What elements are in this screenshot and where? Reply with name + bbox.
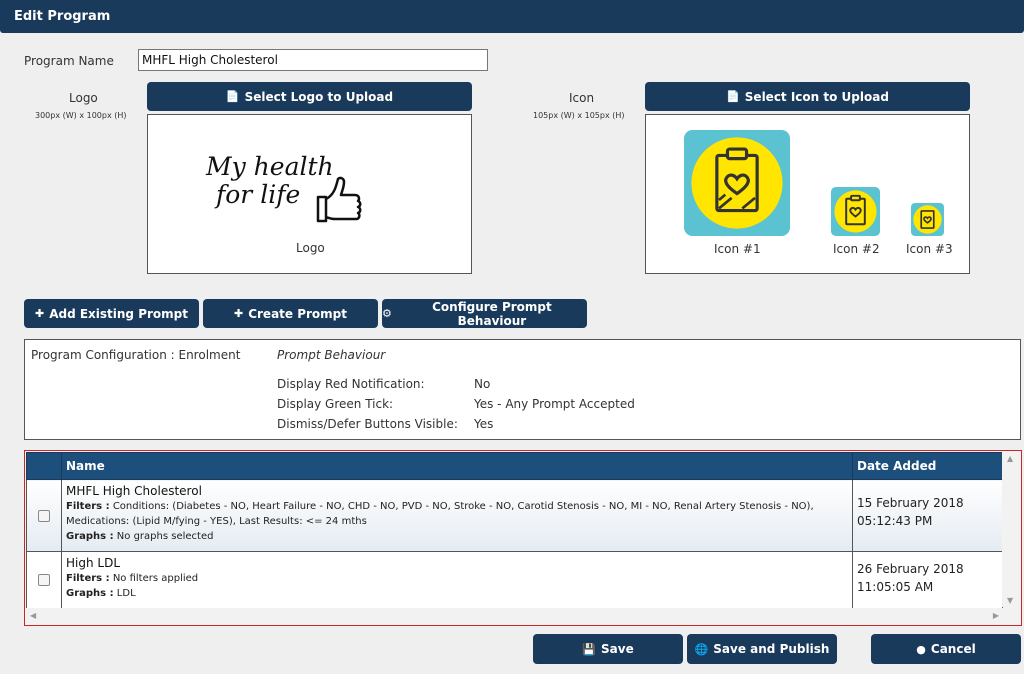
icon-label: Icon: [569, 91, 595, 105]
icon-size-hint: 105px (W) x 105px (H): [533, 111, 625, 120]
cancel-label: Cancel: [930, 642, 976, 656]
stop-circle-icon: ●: [916, 642, 926, 656]
create-prompt-label: Create Prompt: [248, 306, 348, 321]
graphs-text: LDL: [116, 588, 136, 599]
program-name-input[interactable]: [138, 49, 488, 71]
date-added: 15 February 2018: [857, 496, 964, 510]
config-value-dismiss-defer: Yes: [474, 417, 494, 431]
program-name-label: Program Name: [24, 54, 114, 68]
save-and-publish-label: Save and Publish: [713, 642, 830, 656]
config-title: Program Configuration : Enrolment: [31, 348, 241, 362]
cancel-button[interactable]: ● Cancel: [871, 634, 1021, 664]
file-icon: 📄: [225, 90, 240, 103]
filters-label: Filters :: [66, 501, 110, 512]
thumbs-up-icon: [316, 176, 362, 223]
plus-icon: ✚: [233, 307, 244, 320]
logo-image: My health for life: [206, 153, 376, 233]
scroll-down-icon[interactable]: ▼: [1007, 596, 1013, 605]
row-checkbox[interactable]: [38, 509, 50, 522]
add-existing-prompt-button[interactable]: ✚ Add Existing Prompt: [24, 299, 199, 328]
filters-label: Filters :: [66, 573, 110, 584]
scroll-right-icon[interactable]: ▶: [993, 611, 999, 620]
scroll-left-icon[interactable]: ◀: [30, 611, 36, 620]
icon-caption-1: Icon #1: [714, 242, 761, 256]
config-section-title: Prompt Behaviour: [277, 348, 386, 362]
logo-label: Logo: [69, 91, 98, 105]
clipboard-heart-icon-medium: [831, 187, 880, 236]
config-label-red-notification: Display Red Notification:: [277, 377, 425, 391]
globe-icon: 🌐: [694, 642, 709, 656]
gears-icon: ⚙: [382, 307, 392, 320]
icon-preview-box: Icon #1 Icon #2 Icon #3: [645, 114, 970, 274]
config-value-green-tick: Yes - Any Prompt Accepted: [474, 397, 635, 411]
prompt-name: High LDL: [66, 556, 121, 570]
table-row[interactable]: MHFL High Cholesterol Filters : Conditio…: [26, 479, 1003, 552]
name-column-header[interactable]: Name: [61, 452, 853, 480]
icon-caption-2: Icon #2: [833, 242, 880, 256]
save-and-publish-button[interactable]: 🌐 Save and Publish: [687, 634, 837, 664]
date-column-header[interactable]: Date Added: [852, 452, 1003, 480]
logo-size-hint: 300px (W) x 100px (H): [35, 111, 127, 120]
time-added: 11:05:05 AM: [857, 580, 934, 594]
graphs-label: Graphs :: [66, 531, 114, 542]
table-row[interactable]: High LDL Filters : No filters applied Gr…: [26, 551, 1003, 609]
config-label-dismiss-defer: Dismiss/Defer Buttons Visible:: [277, 417, 458, 431]
config-value-red-notification: No: [474, 377, 491, 391]
logo-preview-box: My health for life Logo: [147, 114, 472, 274]
prompt-table-container: Name Date Added MHFL High Cholesterol Fi…: [24, 450, 1022, 626]
horizontal-scrollbar[interactable]: ◀ ▶: [26, 608, 1003, 624]
prompt-table: Name Date Added MHFL High Cholesterol Fi…: [26, 452, 1003, 609]
filters-text: Conditions: (Diabetes - NO, Heart Failur…: [112, 501, 814, 512]
configure-prompt-behaviour-label: Configure Prompt Behaviour: [432, 299, 552, 328]
prompt-name: MHFL High Cholesterol: [66, 484, 202, 498]
filters-text: No filters applied: [112, 573, 199, 584]
logo-caption: Logo: [296, 241, 325, 255]
row-checkbox[interactable]: [38, 574, 50, 586]
file-icon: 📄: [726, 90, 740, 103]
select-logo-button[interactable]: 📄 Select Logo to Upload: [147, 82, 472, 111]
select-icon-label: Select Icon to Upload: [744, 89, 889, 104]
save-button[interactable]: 💾 Save: [533, 634, 683, 664]
add-existing-prompt-label: Add Existing Prompt: [49, 306, 188, 321]
filters-text-continued: Medications: (Lipid M/fying - YES), Last…: [66, 516, 367, 527]
save-label: Save: [601, 642, 634, 656]
select-column-header: [26, 452, 62, 480]
clipboard-heart-icon-large: [684, 130, 790, 236]
clipboard-heart-icon-small: [911, 203, 944, 236]
graphs-text: No graphs selected: [116, 531, 214, 542]
create-prompt-button[interactable]: ✚ Create Prompt: [203, 299, 378, 328]
select-logo-label: Select Logo to Upload: [244, 89, 394, 104]
scroll-up-icon[interactable]: ▲: [1007, 454, 1013, 463]
icon-caption-3: Icon #3: [906, 242, 953, 256]
plus-icon: ✚: [34, 307, 45, 320]
graphs-label: Graphs :: [66, 588, 114, 599]
vertical-scrollbar[interactable]: ▲ ▼: [1002, 452, 1020, 607]
config-label-green-tick: Display Green Tick:: [277, 397, 394, 411]
floppy-disk-icon: 💾: [582, 642, 596, 656]
date-added: 26 February 2018: [857, 562, 964, 576]
select-icon-button[interactable]: 📄 Select Icon to Upload: [645, 82, 970, 111]
window-title: Edit Program: [0, 0, 1024, 33]
program-configuration-panel: Program Configuration : Enrolment Prompt…: [24, 339, 1021, 440]
configure-prompt-behaviour-button[interactable]: ⚙ Configure Prompt Behaviour: [382, 299, 587, 328]
time-added: 05:12:43 PM: [857, 514, 933, 528]
